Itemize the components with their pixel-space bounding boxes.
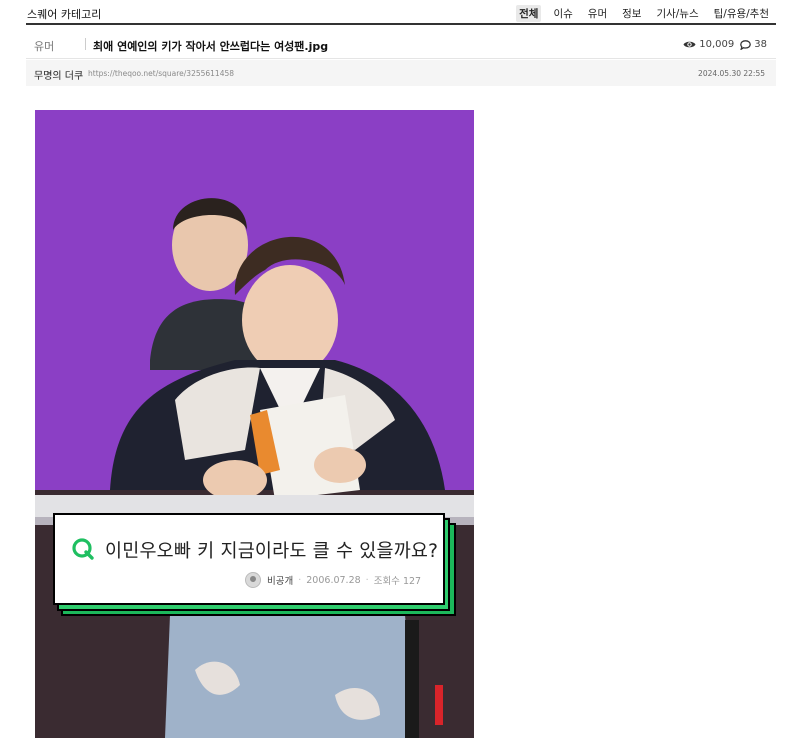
photo-illustration [35,110,474,738]
post-category[interactable]: 유머 [34,38,54,54]
post-author: 무명의 더쿠 [34,71,84,82]
category-title-suffix: 카테고리 [60,8,102,21]
post-image: 이민우오빠 키 지금이라도 클 수 있을까요? 비공개 · 2006.07.28… [35,110,474,738]
comment-icon [740,39,752,50]
tab-all[interactable]: 전체 [516,5,542,22]
q-logo-icon [71,537,95,565]
question-text: 이민우오빠 키 지금이라도 클 수 있을까요? [105,541,439,562]
meta-dot: · [298,574,302,586]
tab-news[interactable]: 기사/뉴스 [653,5,701,22]
asked-date: 2006.07.28 [306,574,361,586]
post-title: 최애 연예인의 키가 작아서 안쓰럽다는 여성팬.jpg [93,40,329,53]
question-card-body: 이민우오빠 키 지금이라도 클 수 있을까요? 비공개 · 2006.07.28… [53,513,445,605]
post-url[interactable]: https://theqoo.net/square/3255611458 [88,69,234,78]
comment-count: 38 [754,39,767,50]
category-title-prefix: 스퀘어 [27,8,58,21]
category-tabs: 전체 이슈 유머 정보 기사/뉴스 팁/유용/추천 [507,5,772,22]
post-header: 유머 최애 연예인의 키가 작아서 안쓰럽다는 여성팬.jpg 10,009 3… [26,32,776,59]
question-views: 조회수 127 [373,576,422,587]
view-count: 10,009 [699,39,735,50]
tab-info[interactable]: 정보 [619,5,644,22]
divider [85,38,86,50]
post-stats: 10,009 38 [683,39,773,50]
category-title: 스퀘어 카테고리 [27,6,101,22]
tab-issue[interactable]: 이슈 [550,5,575,22]
eye-icon [683,40,696,49]
meta-dot: · [365,574,369,586]
tab-humor[interactable]: 유머 [585,5,610,22]
post-meta: 무명의 더쿠 https://theqoo.net/square/3255611… [26,60,776,86]
asker-name: 비공개 [267,576,294,587]
avatar-icon [245,572,261,588]
tab-tips[interactable]: 팁/유용/추천 [711,5,772,22]
category-header: 스퀘어 카테고리 전체 이슈 유머 정보 기사/뉴스 팁/유용/추천 [26,0,776,25]
post-date: 2024.05.30 22:55 [698,69,765,78]
question-meta: 비공개 · 2006.07.28 · 조회수 127 [245,572,421,588]
